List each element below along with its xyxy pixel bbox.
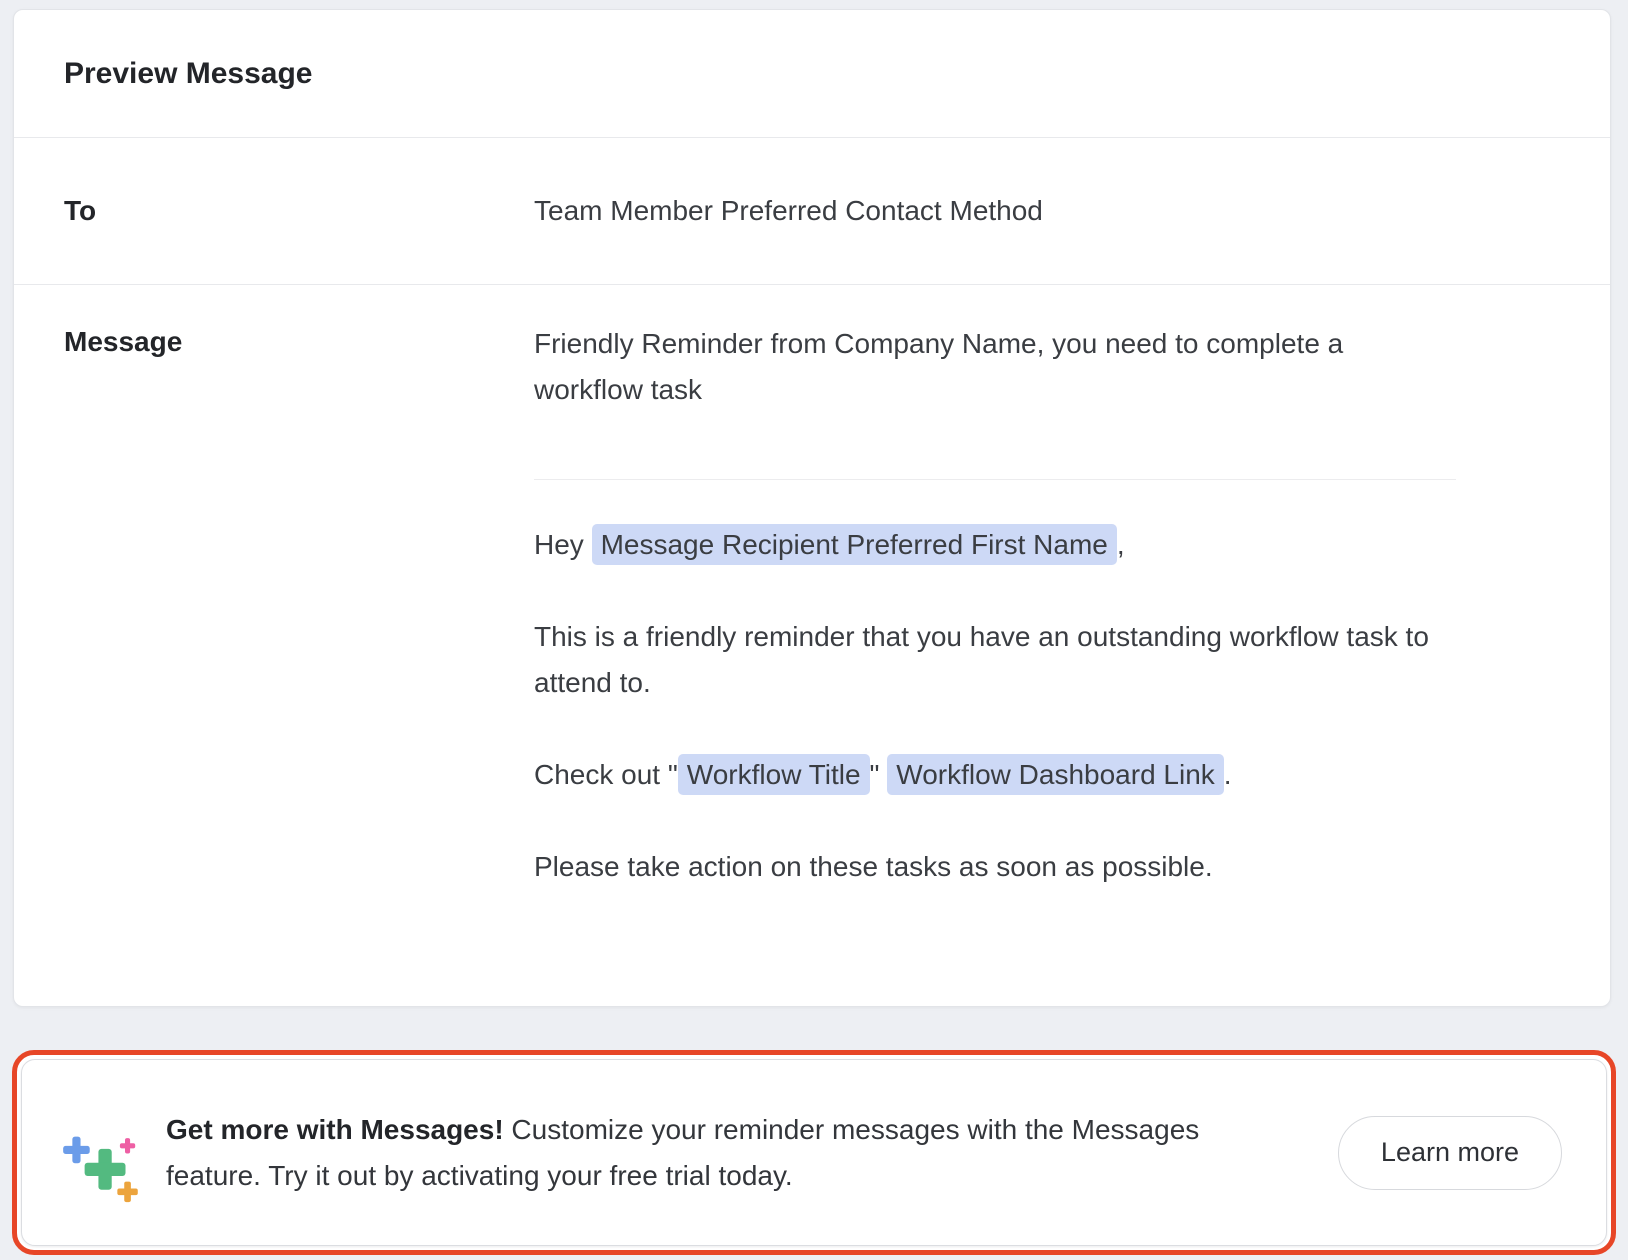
plus-orange-glyph <box>117 1181 137 1201</box>
plus-green-glyph <box>85 1148 126 1189</box>
messages-sparkle-icon <box>56 1101 148 1205</box>
plus-pink-glyph <box>120 1138 135 1153</box>
to-row: To Team Member Preferred Contact Method <box>14 138 1610 285</box>
message-text: Please take action on these tasks as soo… <box>534 851 1213 882</box>
learn-more-button[interactable]: Learn more <box>1338 1116 1562 1190</box>
message-paragraph: This is a friendly reminder that you hav… <box>534 614 1434 706</box>
to-value: Team Member Preferred Contact Method <box>534 190 1610 232</box>
message-text: " <box>870 759 888 790</box>
message-text: . <box>1224 759 1232 790</box>
plus-blue-glyph <box>63 1136 90 1163</box>
promo-banner-card: Get more with Messages! Customize your r… <box>21 1059 1607 1246</box>
message-label: Message <box>14 321 534 936</box>
card-title: Preview Message <box>14 10 1610 138</box>
message-paragraph: Check out "Workflow Title" Workflow Dash… <box>534 752 1434 798</box>
merge-field-token: Workflow Dashboard Link <box>887 754 1224 795</box>
message-text: Check out " <box>534 759 678 790</box>
message-row: Message Friendly Reminder from Company N… <box>14 285 1610 936</box>
message-body: Hey Message Recipient Preferred First Na… <box>534 522 1434 890</box>
merge-field-token: Workflow Title <box>678 754 870 795</box>
message-divider <box>534 479 1456 480</box>
merge-field-token: Message Recipient Preferred First Name <box>592 524 1117 565</box>
message-text: This is a friendly reminder that you hav… <box>534 621 1429 698</box>
banner-text: Get more with Messages! Customize your r… <box>166 1107 1286 1199</box>
preview-message-card: Preview Message To Team Member Preferred… <box>13 9 1611 1007</box>
message-text: Hey <box>534 529 592 560</box>
banner-title: Get more with Messages! <box>166 1114 504 1145</box>
to-label: To <box>14 190 534 232</box>
promo-banner: Get more with Messages! Customize your r… <box>12 1050 1616 1255</box>
message-subject: Friendly Reminder from Company Name, you… <box>534 321 1434 413</box>
message-paragraph: Hey Message Recipient Preferred First Na… <box>534 522 1434 568</box>
message-text: , <box>1117 529 1125 560</box>
message-paragraph: Please take action on these tasks as soo… <box>534 844 1434 890</box>
